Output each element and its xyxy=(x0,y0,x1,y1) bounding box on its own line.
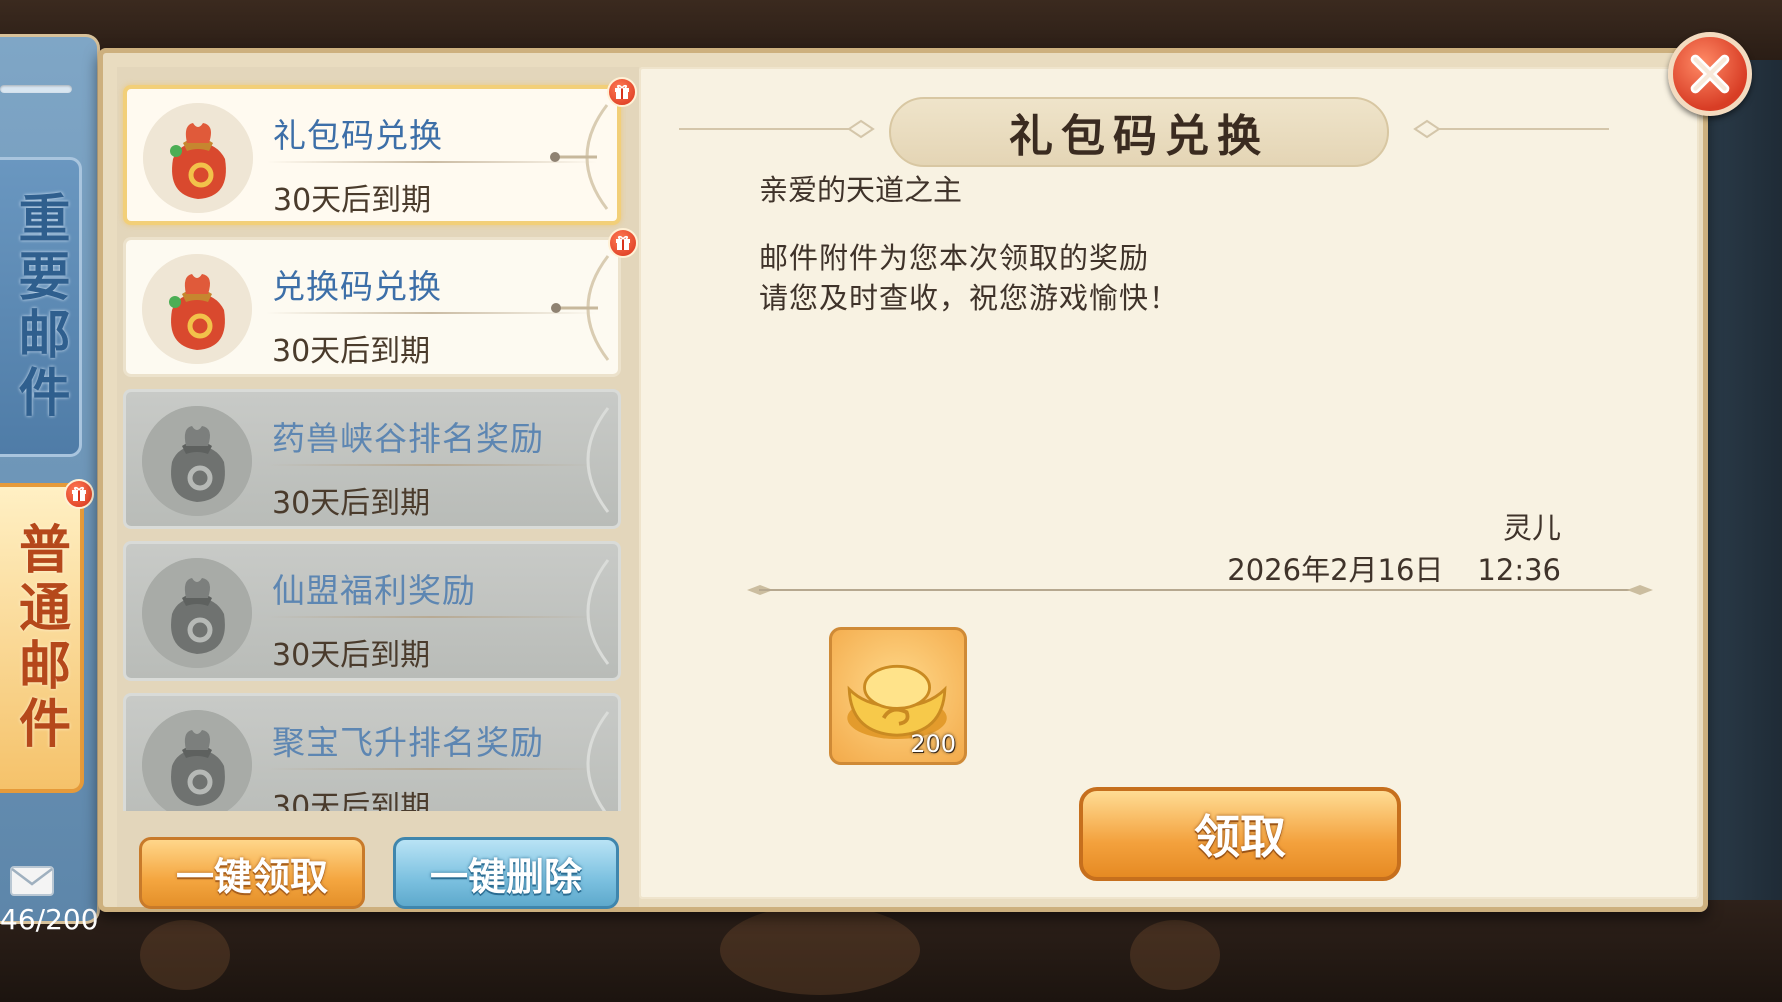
mail-list-pane: 礼包码兑换 30天后到期 兑换码兑换 30天后到期 药兽峡谷排名奖励 30天后到… xyxy=(117,67,639,909)
gray-gift-bag-icon xyxy=(142,710,252,811)
title-ornament-left xyxy=(679,119,875,139)
background-decoration xyxy=(1130,920,1220,990)
mail-body-line: 邮件附件为您本次领取的奖励 xyxy=(759,241,1150,275)
mail-greeting: 亲爱的天道之主 xyxy=(759,173,963,207)
claim-button[interactable]: 领取 xyxy=(1079,787,1401,881)
mail-divider xyxy=(266,312,596,314)
mail-title: 仙盟福利奖励 xyxy=(272,571,476,610)
mail-expire: 30天后到期 xyxy=(272,334,431,369)
mail-title: 礼包码兑换 xyxy=(273,116,443,155)
tab-scroll-indicator xyxy=(0,85,72,93)
gray-gift-bag-icon xyxy=(142,558,252,668)
mail-item[interactable]: 兑换码兑换 30天后到期 xyxy=(123,228,638,377)
scroll-ornament xyxy=(586,559,610,665)
mail-title: 聚宝飞升排名奖励 xyxy=(272,723,544,762)
reward-item-slot[interactable]: 200 xyxy=(829,627,967,765)
mail-date: 2026年2月16日 xyxy=(1227,553,1444,587)
gray-gift-bag-icon xyxy=(142,406,252,516)
close-button[interactable] xyxy=(1668,32,1752,116)
tab-normal-mail[interactable]: 普通邮件 xyxy=(0,479,94,793)
scroll-ornament xyxy=(586,407,610,513)
mail-title: 药兽峡谷排名奖励 xyxy=(272,419,544,458)
gift-badge-icon xyxy=(607,77,637,107)
mail-divider xyxy=(266,768,596,770)
mail-expire: 30天后到期 xyxy=(272,790,431,811)
mail-title: 兑换码兑换 xyxy=(272,267,442,306)
mail-time: 12:36 xyxy=(1477,553,1561,587)
mail-item[interactable]: 仙盟福利奖励 30天后到期 xyxy=(123,541,621,681)
background-decoration xyxy=(720,905,920,995)
mail-expire: 30天后到期 xyxy=(272,486,431,521)
mail-item[interactable]: 礼包码兑换 30天后到期 xyxy=(123,77,637,225)
mail-body-line: 请您及时查收，祝您游戏愉快！ xyxy=(759,281,1180,315)
scroll-ornament xyxy=(551,255,610,361)
mail-count: 46/200 xyxy=(0,903,99,936)
scroll-ornament xyxy=(550,104,609,210)
reward-quantity: 200 xyxy=(910,730,956,758)
mail-item[interactable]: 聚宝飞升排名奖励 30天后到期 xyxy=(123,693,621,811)
separator-cap-right xyxy=(1627,585,1653,595)
mail-tab-rail: 重要邮件 普通邮件 46/200 xyxy=(0,34,100,936)
mail-datetime: 2026年2月16日 12:36 xyxy=(1227,547,1561,589)
mail-panel: 礼包码兑换 30天后到期 兑换码兑换 30天后到期 药兽峡谷排名奖励 30天后到… xyxy=(98,48,1708,912)
mail-expire: 30天后到期 xyxy=(272,638,431,673)
red-gift-bag-icon xyxy=(142,254,252,364)
background-decoration xyxy=(140,920,230,990)
mail-divider xyxy=(266,464,596,466)
claim-all-button[interactable]: 一键领取 xyxy=(139,837,365,909)
mail-list[interactable]: 礼包码兑换 30天后到期 兑换码兑换 30天后到期 药兽峡谷排名奖励 30天后到… xyxy=(117,67,639,811)
tab-important-mail[interactable]: 重要邮件 xyxy=(0,157,82,457)
mail-title-banner: 礼包码兑换 xyxy=(889,97,1389,167)
gift-badge-icon xyxy=(64,479,94,509)
mail-detail-pane: 礼包码兑换 亲爱的天道之主 邮件附件为您本次领取的奖励 请您及时查收，祝您游戏愉… xyxy=(639,67,1699,899)
mail-item[interactable]: 药兽峡谷排名奖励 30天后到期 xyxy=(123,389,621,529)
mail-expire: 30天后到期 xyxy=(273,183,432,218)
gift-badge-icon xyxy=(608,228,638,258)
attachment-separator xyxy=(759,589,1639,591)
title-ornament-right xyxy=(1413,119,1609,139)
red-gift-bag-icon xyxy=(143,103,253,213)
tab-normal-label: 普通邮件 xyxy=(9,522,71,754)
close-icon xyxy=(1690,54,1730,94)
background-right-edge xyxy=(1700,60,1782,900)
delete-all-button[interactable]: 一键删除 xyxy=(393,837,619,909)
mail-detail-title: 礼包码兑换 xyxy=(1009,111,1269,162)
mail-sender: 灵儿 xyxy=(1502,511,1561,545)
mail-divider xyxy=(266,616,596,618)
envelope-icon xyxy=(10,866,54,896)
scroll-ornament xyxy=(586,711,610,811)
tab-important-label: 重要邮件 xyxy=(9,191,70,423)
